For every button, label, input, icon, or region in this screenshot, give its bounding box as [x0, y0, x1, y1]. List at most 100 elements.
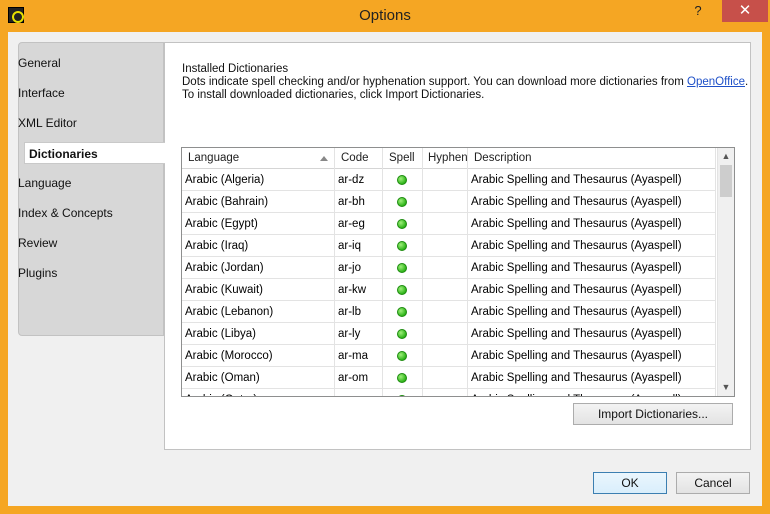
- info-text: Dots indicate spell checking and/or hyph…: [182, 76, 688, 88]
- support-dot-icon: [397, 263, 407, 273]
- code-cell: ar-kw: [335, 279, 383, 301]
- support-dot-icon: [397, 373, 407, 383]
- code-cell: ar-bh: [335, 191, 383, 213]
- column-header-hyphen[interactable]: Hyphen: [423, 148, 468, 169]
- description-cell: Arabic Spelling and Thesaurus (Ayaspell): [468, 367, 716, 389]
- sidebar-item-review[interactable]: Review: [18, 232, 57, 254]
- support-dot-icon: [397, 197, 407, 207]
- spell-cell: [383, 279, 423, 301]
- language-cell: Arabic (Algeria): [182, 169, 335, 191]
- column-header-language[interactable]: Language: [182, 148, 335, 169]
- hyphen-cell: [423, 323, 468, 345]
- section-heading: Installed Dictionaries: [182, 63, 289, 75]
- table-row[interactable]: Arabic (Bahrain) ar-bh Arabic Spelling and…: [182, 191, 716, 213]
- support-dot-icon: [397, 219, 407, 229]
- hyphen-cell: [423, 279, 468, 301]
- vertical-scrollbar[interactable]: ▲ ▼: [717, 148, 734, 396]
- language-cell: Arabic (Libya): [182, 323, 335, 345]
- hyphen-cell: [423, 301, 468, 323]
- spell-cell: [383, 367, 423, 389]
- support-dot-icon: [397, 329, 407, 339]
- table-row[interactable]: Arabic (Egypt) ar-eg Arabic Spelling and T…: [182, 213, 716, 235]
- code-cell: ar-lb: [335, 301, 383, 323]
- column-header-spell[interactable]: Spell: [383, 148, 423, 169]
- hyphen-cell: [423, 345, 468, 367]
- language-cell: Arabic (Iraq): [182, 235, 335, 257]
- table-row[interactable]: Arabic (Morocco) ar-ma Arabic Spelling and…: [182, 345, 716, 367]
- cancel-button[interactable]: Cancel: [676, 472, 750, 494]
- dialog-body: Installed Dictionaries Dots indicate spe…: [8, 32, 762, 506]
- scroll-down-icon[interactable]: ▼: [718, 379, 734, 396]
- spell-cell: [383, 345, 423, 367]
- title-bar: Options ? ✕: [0, 0, 770, 32]
- code-cell: ar-qa: [335, 389, 383, 396]
- support-dot-icon: [397, 351, 407, 361]
- code-cell: ar-jo: [335, 257, 383, 279]
- sidebar-item-language[interactable]: Language: [18, 172, 71, 194]
- help-button[interactable]: ?: [684, 0, 712, 22]
- support-dot-icon: [397, 307, 407, 317]
- scroll-up-icon[interactable]: ▲: [718, 148, 734, 165]
- info-text-line2: To install downloaded dictionaries, clic…: [182, 89, 485, 101]
- description-cell: Arabic Spelling and Thesaurus (Ayaspell): [468, 345, 716, 367]
- hyphen-cell: [423, 213, 468, 235]
- table-row[interactable]: Arabic (Kuwait) ar-kw Arabic Spelling and …: [182, 279, 716, 301]
- support-dot-icon: [397, 241, 407, 251]
- table-row[interactable]: Arabic (Lebanon) ar-lb Arabic Spelling and…: [182, 301, 716, 323]
- language-cell: Arabic (Qatar): [182, 389, 335, 396]
- ok-button[interactable]: OK: [593, 472, 667, 494]
- sort-ascending-icon: [320, 156, 328, 161]
- scroll-thumb[interactable]: [720, 165, 732, 197]
- table-row[interactable]: Arabic (Libya) ar-ly Arabic Spelling and T…: [182, 323, 716, 345]
- import-dictionaries-button[interactable]: Import Dictionaries...: [573, 403, 733, 425]
- info-text-line1: Dots indicate spell checking and/or hyph…: [182, 76, 748, 88]
- description-cell: Arabic Spelling and Thesaurus (Ayaspell): [468, 389, 716, 396]
- spell-cell: [383, 235, 423, 257]
- code-cell: ar-eg: [335, 213, 383, 235]
- table-row[interactable]: Arabic (Jordan) ar-jo Arabic Spelling and …: [182, 257, 716, 279]
- language-cell: Arabic (Morocco): [182, 345, 335, 367]
- language-cell: Arabic (Jordan): [182, 257, 335, 279]
- spell-cell: [383, 301, 423, 323]
- openoffice-link[interactable]: OpenOffice: [687, 76, 745, 88]
- sidebar-item-general[interactable]: General: [18, 52, 61, 74]
- description-cell: Arabic Spelling and Thesaurus (Ayaspell): [468, 191, 716, 213]
- spell-cell: [383, 169, 423, 191]
- code-cell: ar-om: [335, 367, 383, 389]
- close-button[interactable]: ✕: [722, 0, 768, 22]
- support-dot-icon: [397, 395, 407, 396]
- options-window: Options ? ✕ Installed Dictionaries Dots …: [0, 0, 770, 514]
- hyphen-cell: [423, 389, 468, 396]
- language-cell: Arabic (Egypt): [182, 213, 335, 235]
- description-cell: Arabic Spelling and Thesaurus (Ayaspell): [468, 323, 716, 345]
- hyphen-cell: [423, 257, 468, 279]
- spell-cell: [383, 213, 423, 235]
- language-cell: Arabic (Bahrain): [182, 191, 335, 213]
- description-cell: Arabic Spelling and Thesaurus (Ayaspell): [468, 213, 716, 235]
- table-row[interactable]: Arabic (Algeria) ar-dz Arabic Spelling and…: [182, 169, 716, 191]
- support-dot-icon: [397, 285, 407, 295]
- code-cell: ar-dz: [335, 169, 383, 191]
- table-row[interactable]: Arabic (Iraq) ar-iq Arabic Spelling and Th…: [182, 235, 716, 257]
- support-dot-icon: [397, 175, 407, 185]
- column-header-code[interactable]: Code: [335, 148, 383, 169]
- dictionaries-panel: Installed Dictionaries Dots indicate spe…: [164, 42, 751, 450]
- sidebar-item-xml-editor[interactable]: XML Editor: [18, 112, 77, 134]
- column-header-description[interactable]: Description: [468, 148, 716, 169]
- table-row[interactable]: Arabic (Oman) ar-om Arabic Spelling and Th…: [182, 367, 716, 389]
- hyphen-cell: [423, 235, 468, 257]
- table-row[interactable]: Arabic (Qatar)ar-qa Arabic Spelling and T…: [182, 389, 716, 396]
- table-header: Language Code Spell Hyphen Description: [182, 148, 716, 169]
- sidebar-item-index-concepts[interactable]: Index & Concepts: [18, 202, 113, 224]
- spell-cell: [383, 191, 423, 213]
- sidebar-item-interface[interactable]: Interface: [18, 82, 65, 104]
- description-cell: Arabic Spelling and Thesaurus (Ayaspell): [468, 279, 716, 301]
- language-cell: Arabic (Oman): [182, 367, 335, 389]
- sidebar-item-plugins[interactable]: Plugins: [18, 262, 57, 284]
- description-cell: Arabic Spelling and Thesaurus (Ayaspell): [468, 235, 716, 257]
- sidebar-item-dictionaries[interactable]: Dictionaries: [24, 142, 165, 164]
- hyphen-cell: [423, 169, 468, 191]
- language-cell: Arabic (Lebanon): [182, 301, 335, 323]
- column-header-label: Language: [188, 152, 240, 164]
- code-cell: ar-iq: [335, 235, 383, 257]
